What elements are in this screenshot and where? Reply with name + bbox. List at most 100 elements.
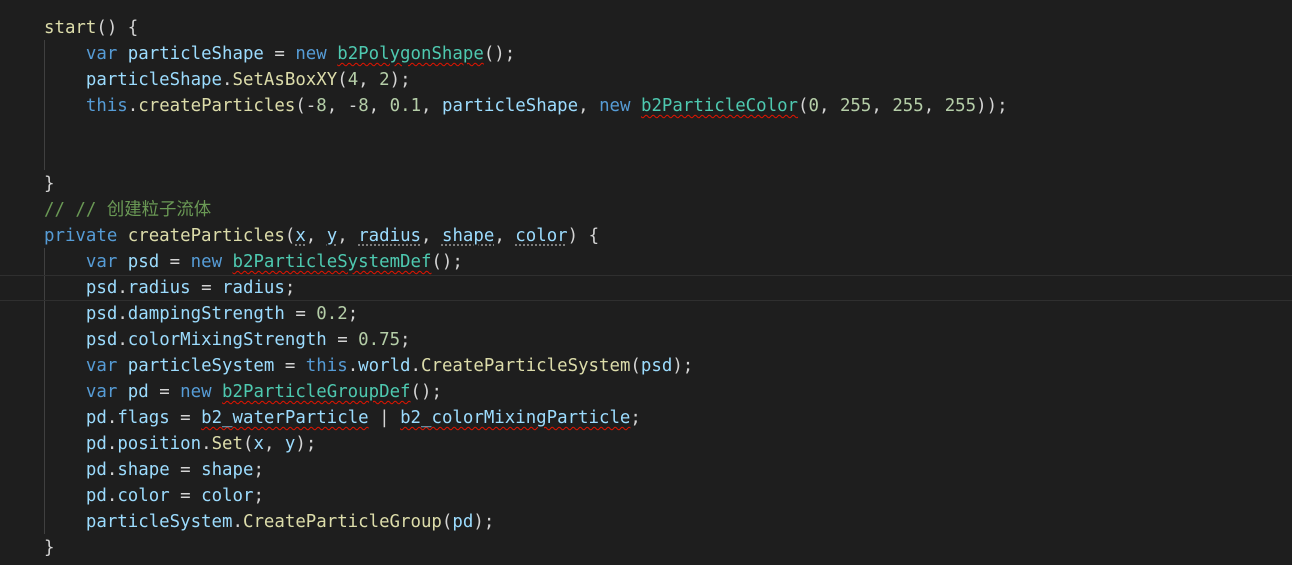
code-token: (	[243, 434, 254, 454]
code-line[interactable]: }	[0, 535, 1292, 561]
code-line-text: var particleSystem = this.world.CreatePa…	[44, 353, 693, 379]
code-token: radius	[127, 278, 191, 298]
code-token: (	[798, 96, 809, 116]
code-token: world	[358, 356, 411, 376]
code-token: var	[85, 44, 128, 64]
code-token: =	[169, 460, 202, 480]
code-line[interactable]: psd.radius = radius;	[0, 275, 1292, 301]
code-token: psd	[85, 304, 118, 324]
code-token: colorMixingStrength	[127, 330, 327, 350]
code-line[interactable]: this.createParticles(-8, -8, 0.1, partic…	[0, 93, 1292, 119]
code-line[interactable]	[0, 145, 1292, 171]
code-token: this	[85, 96, 128, 116]
code-line[interactable]: // // 创建粒子流体	[0, 197, 1292, 223]
code-line[interactable]: psd.colorMixingStrength = 0.75;	[0, 327, 1292, 353]
code-line[interactable]: private createParticles(x, y, radius, sh…	[0, 223, 1292, 249]
code-token: new	[190, 252, 233, 272]
code-line[interactable]: pd.shape = shape;	[0, 457, 1292, 483]
code-token: start	[44, 18, 97, 38]
code-token: =	[190, 278, 223, 298]
code-line[interactable]: start() {	[0, 15, 1292, 41]
code-token: pd	[85, 460, 107, 480]
code-token: ));	[976, 96, 1008, 116]
code-token: radius	[358, 226, 422, 246]
code-token: (	[441, 512, 453, 532]
code-token: .	[410, 356, 422, 376]
code-line[interactable]: pd.flags = b2_waterParticle | b2_colorMi…	[0, 405, 1292, 431]
code-line[interactable]: var particleSystem = this.world.CreatePa…	[0, 353, 1292, 379]
code-token: ;	[347, 304, 359, 324]
code-token: CreateParticleSystem	[421, 356, 631, 376]
code-line[interactable]	[0, 119, 1292, 145]
code-line-text: this.createParticles(-8, -8, 0.1, partic…	[44, 93, 1008, 119]
code-line[interactable]: pd.color = color;	[0, 483, 1292, 509]
code-token: pd	[85, 434, 107, 454]
code-line-text: start() {	[44, 15, 138, 41]
code-token: =	[274, 356, 306, 376]
code-token: ,	[494, 226, 516, 246]
code-token: .	[117, 278, 128, 298]
code-token: =	[263, 44, 296, 64]
code-line-text: pd.color = color;	[44, 483, 264, 509]
code-token: ;	[253, 460, 264, 480]
code-token: ,	[368, 96, 390, 116]
code-token: =	[159, 252, 191, 272]
code-token: ;	[253, 486, 264, 506]
code-token: new	[599, 96, 641, 116]
code-line[interactable]: var psd = new b2ParticleSystemDef();	[0, 249, 1292, 275]
code-token: ;	[630, 408, 641, 428]
code-line[interactable]: particleShape.SetAsBoxXY(4, 2);	[0, 67, 1292, 93]
code-token: CreateParticleGroup	[242, 512, 442, 532]
code-token: ,	[421, 96, 442, 116]
code-token: pd	[127, 382, 149, 402]
code-token: var	[85, 356, 128, 376]
code-token: ,	[923, 96, 945, 116]
code-token: ,	[421, 226, 442, 246]
code-token: .	[106, 460, 118, 480]
code-line-text: }	[44, 535, 54, 561]
code-token: ,	[578, 96, 600, 116]
code-token: );	[672, 356, 694, 376]
code-line[interactable]: }	[0, 171, 1292, 197]
code-token: .	[201, 434, 212, 454]
code-line[interactable]: pd.position.Set(x, y);	[0, 431, 1292, 457]
code-token: var	[85, 252, 128, 272]
code-token: this	[305, 356, 348, 376]
code-token: 2	[379, 70, 390, 90]
code-token: color	[117, 486, 170, 506]
code-line[interactable]: var pd = new b2ParticleGroupDef();	[0, 379, 1292, 405]
code-line-text: pd.shape = shape;	[44, 457, 264, 483]
code-token: 255	[892, 96, 924, 116]
code-token: =	[284, 304, 317, 324]
code-editor[interactable]: start() { var particleShape = new b2Poly…	[0, 0, 1292, 565]
code-line[interactable]: var particleShape = new b2PolygonShape()…	[0, 41, 1292, 67]
code-token: =	[148, 382, 181, 402]
code-token: ();	[431, 252, 463, 272]
code-line[interactable]: particleSystem.CreateParticleGroup(pd);	[0, 509, 1292, 535]
code-token: );	[389, 70, 411, 90]
code-token: ;	[400, 330, 411, 350]
code-token: particleShape	[85, 70, 223, 90]
code-token: new	[180, 382, 223, 402]
code-token: );	[295, 434, 317, 454]
code-token: (	[630, 356, 641, 376]
code-line-text: var particleShape = new b2PolygonShape()…	[44, 41, 515, 67]
code-token: ();	[483, 44, 516, 64]
error-token: b2_colorMixingParticle	[400, 408, 631, 428]
code-token: =	[169, 408, 202, 428]
code-line[interactable]: psd.dampingStrength = 0.2;	[0, 301, 1292, 327]
code-token: =	[326, 330, 359, 350]
code-token: .	[232, 512, 243, 532]
code-token: particleSystem	[127, 356, 275, 376]
code-line-text: psd.radius = radius;	[44, 276, 295, 300]
code-token: .	[117, 304, 128, 324]
code-token: shape	[201, 460, 254, 480]
